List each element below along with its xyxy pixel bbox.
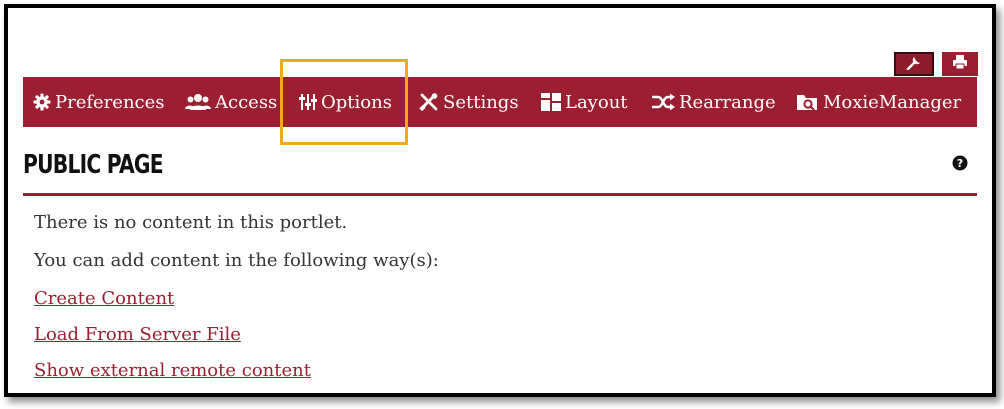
toolbar-item-label: MoxieManager: [823, 91, 962, 113]
toolbar-item-moxiemanager[interactable]: MoxieManager: [797, 77, 961, 127]
toolbar-item-label: Access: [215, 91, 278, 113]
toolbar-item-options[interactable]: Options: [299, 77, 392, 127]
layout-icon: [541, 93, 561, 111]
toolbar-item-rearrange[interactable]: Rearrange: [651, 77, 776, 127]
print-icon: [951, 54, 969, 75]
create-content-link[interactable]: Create Content: [34, 288, 174, 309]
portlet-window: Preferences Access Options Settings Layo…: [4, 4, 996, 397]
toolbar-item-label: Rearrange: [679, 91, 776, 113]
folder-search-icon: [797, 93, 819, 111]
portlet-toolbar: Preferences Access Options Settings Layo…: [23, 77, 977, 127]
question-circle-icon[interactable]: ?: [952, 155, 968, 176]
toolbar-item-label: Preferences: [55, 91, 165, 113]
wrench-icon: [905, 54, 923, 75]
sliders-icon: [299, 93, 317, 111]
toolbar-item-label: Layout: [565, 91, 628, 113]
toolbar-item-label: Options: [321, 91, 392, 113]
add-content-prompt: You can add content in the following way…: [34, 250, 439, 271]
configure-button[interactable]: [894, 52, 934, 76]
empty-message: There is no content in this portlet.: [34, 212, 348, 233]
gear-icon: [33, 93, 51, 111]
users-icon: [185, 93, 211, 111]
show-external-remote-content-link[interactable]: Show external remote content: [34, 360, 311, 381]
print-button[interactable]: [942, 52, 978, 76]
svg-text:?: ?: [957, 157, 963, 170]
tools-icon: [419, 93, 439, 111]
title-divider: [23, 193, 977, 196]
shuffle-icon: [651, 93, 675, 111]
toolbar-item-settings[interactable]: Settings: [419, 77, 519, 127]
toolbar-item-layout[interactable]: Layout: [541, 77, 628, 127]
portlet-controls: [894, 52, 978, 76]
toolbar-item-access[interactable]: Access: [185, 77, 277, 127]
load-from-server-file-link[interactable]: Load From Server File: [34, 324, 241, 345]
toolbar-item-label: Settings: [443, 91, 519, 113]
toolbar-item-preferences[interactable]: Preferences: [33, 77, 165, 127]
portlet-title: PUBLIC PAGE: [23, 150, 164, 180]
